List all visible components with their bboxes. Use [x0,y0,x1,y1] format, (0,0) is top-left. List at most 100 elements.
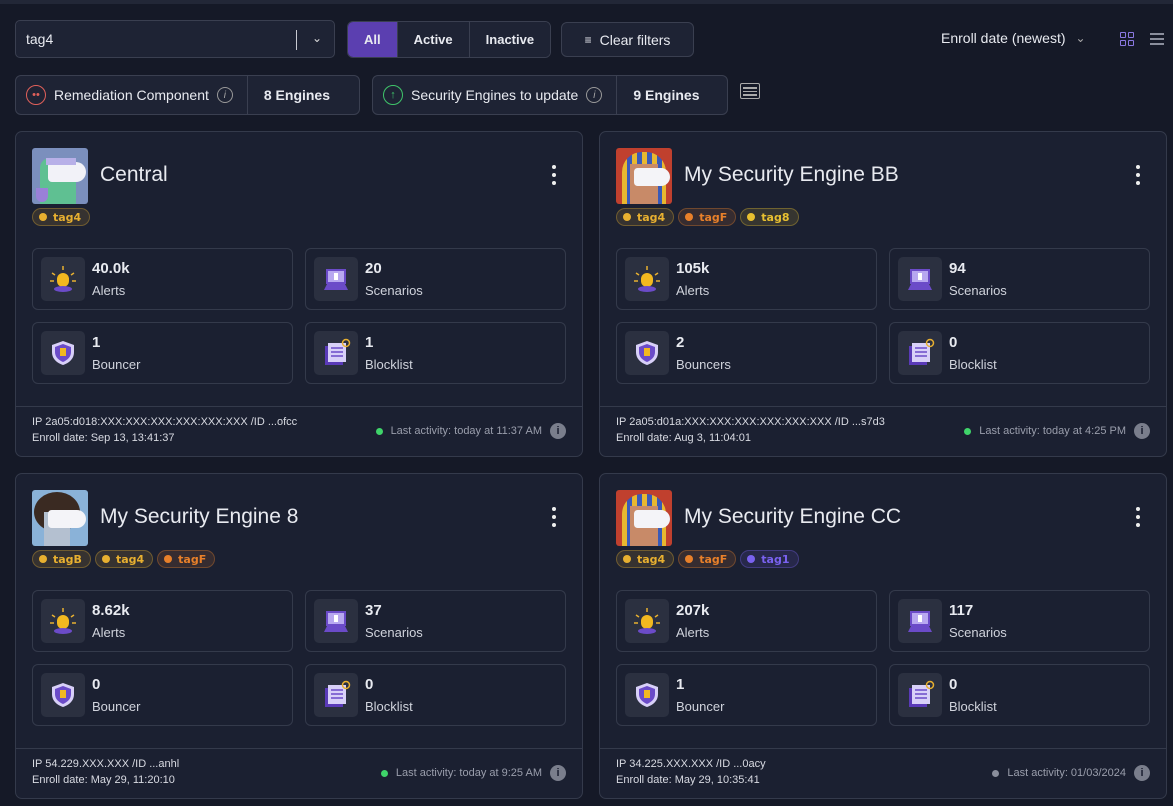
tag-dot-icon [39,213,47,221]
tag-label: tagF [699,210,728,224]
stat-label: Alerts [92,283,126,298]
tag-label: tagB [53,552,82,566]
stat-label: Alerts [676,283,710,298]
stat-bouncer[interactable]: 1 Bouncer [616,664,877,726]
stat-value: 8.62k [92,602,130,619]
engine-ip: IP 2a05:d01a:XXX:XXX:XXX:XXX:XXX:XXX /ID… [616,416,885,428]
stat-bouncers[interactable]: 2 Bouncers [616,322,877,384]
more-options-icon[interactable] [1136,165,1140,189]
tag-label: tag1 [761,552,790,566]
tag-badge[interactable]: tagF [678,550,737,568]
tag-label: tag4 [637,552,666,566]
stat-bouncer[interactable]: 0 Bouncer [32,664,293,726]
engine-enroll-date: Enroll date: Sep 13, 13:41:37 [32,432,175,444]
blocklist-icon [314,331,358,375]
stat-value: 94 [949,260,966,277]
engine-name[interactable]: Central [100,163,168,187]
tag-badge[interactable]: tag8 [740,208,799,226]
engine-enroll-date: Enroll date: May 29, 10:35:41 [616,774,760,786]
stat-blocklist[interactable]: 1 Blocklist [305,322,566,384]
sort-select[interactable]: Enroll date (newest) ⌄ [941,30,1086,46]
grid-view-icon[interactable] [1120,32,1134,46]
stat-value: 1 [365,334,374,351]
stat-alerts[interactable]: 40.0k Alerts [32,248,293,310]
engine-card[interactable]: My Security Engine 8 tagB tag4 tagF 8.62k Ale… [15,473,583,799]
engine-name[interactable]: My Security Engine BB [684,163,899,187]
segment-all[interactable]: All [348,22,397,57]
tag-badge[interactable]: tagF [678,208,737,226]
tag-list: tag4 tagF tag1 [616,550,799,568]
clear-filters-button[interactable]: ≡ Clear filters [561,22,694,57]
stat-value: 0 [92,676,101,693]
shield-icon [625,331,669,375]
stat-alerts[interactable]: 105k Alerts [616,248,877,310]
engine-avatar [32,490,88,546]
engine-card[interactable]: My Security Engine BB tag4 tagF tag8 105k Ale… [599,131,1167,457]
stat-label: Bouncer [92,357,141,372]
stat-blocklist[interactable]: 0 Blocklist [889,664,1150,726]
tag-dot-icon [101,555,110,563]
engine-avatar [616,490,672,546]
tag-badge[interactable]: tag1 [740,550,799,568]
summary-label: Remediation Component [54,87,209,103]
tag-badge[interactable]: tag4 [32,208,91,226]
engine-name[interactable]: My Security Engine CC [684,505,901,529]
stat-scenarios[interactable]: 117 Scenarios [889,590,1150,652]
more-options-icon[interactable] [1136,507,1140,531]
tag-badge[interactable]: tag4 [616,550,675,568]
tag-dot-icon [39,555,47,563]
segment-inactive[interactable]: Inactive [468,22,551,57]
stat-scenarios[interactable]: 37 Scenarios [305,590,566,652]
tag-label: tag8 [761,210,790,224]
stat-scenarios[interactable]: 94 Scenarios [889,248,1150,310]
status-dot-icon [380,769,388,777]
stat-label: Blocklist [949,357,997,372]
engine-card[interactable]: My Security Engine CC tag4 tagF tag1 207k Ale… [599,473,1167,799]
stat-value: 105k [676,260,710,277]
remediation-component-summary[interactable]: •• Remediation Component i 8 Engines [15,75,360,115]
tag-label: tag4 [637,210,666,224]
info-icon[interactable]: i [216,87,233,103]
info-icon[interactable]: i [586,87,603,103]
status-dot-icon [992,769,1000,777]
tag-dot-icon [747,213,756,221]
tag-label: tagF [178,552,207,566]
engine-card[interactable]: Central tag4 40.0k Alerts 20 Scenarios 1 Bounce… [15,131,583,457]
tag-filter-select[interactable]: tag4 ⌄ [15,20,335,58]
chevron-down-icon[interactable]: ⌄ [312,31,322,45]
card-footer-divider [600,406,1166,407]
engines-to-update-summary[interactable]: ↑ Security Engines to update i 9 Engines [372,75,728,115]
info-icon[interactable]: i [550,423,566,439]
tag-badge[interactable]: tagB [32,550,91,568]
stat-scenarios[interactable]: 20 Scenarios [305,248,566,310]
tag-badge[interactable]: tag4 [616,208,675,226]
stat-alerts[interactable]: 8.62k Alerts [32,590,293,652]
engine-name[interactable]: My Security Engine 8 [100,505,298,529]
more-options-icon[interactable] [552,165,556,189]
more-options-icon[interactable] [552,507,556,531]
laptop-icon [314,257,358,301]
shield-icon [41,331,85,375]
alert-light-icon [625,257,669,301]
info-icon[interactable]: i [1134,423,1150,439]
laptop-icon [314,599,358,643]
stat-label: Alerts [92,625,126,640]
stat-alerts[interactable]: 207k Alerts [616,590,877,652]
alert-light-icon [625,599,669,643]
engine-ip: IP 54.229.XXX.XXX /ID ...anhl [32,758,180,770]
tag-label: tag4 [115,552,145,566]
stat-blocklist[interactable]: 0 Blocklist [889,322,1150,384]
tag-label: tag4 [53,210,82,224]
chevron-down-icon: ⌄ [1075,31,1086,45]
stat-blocklist[interactable]: 0 Blocklist [305,664,566,726]
card-footer-divider [600,748,1166,749]
info-icon[interactable]: i [550,765,566,781]
stat-bouncer[interactable]: 1 Bouncer [32,322,293,384]
changelog-icon[interactable] [740,83,760,99]
alert-light-icon [41,599,85,643]
list-view-icon[interactable] [1150,33,1164,48]
info-icon[interactable]: i [1134,765,1150,781]
segment-active[interactable]: Active [396,22,469,57]
tag-badge[interactable]: tag4 [94,550,154,568]
tag-badge[interactable]: tagF [157,550,216,568]
